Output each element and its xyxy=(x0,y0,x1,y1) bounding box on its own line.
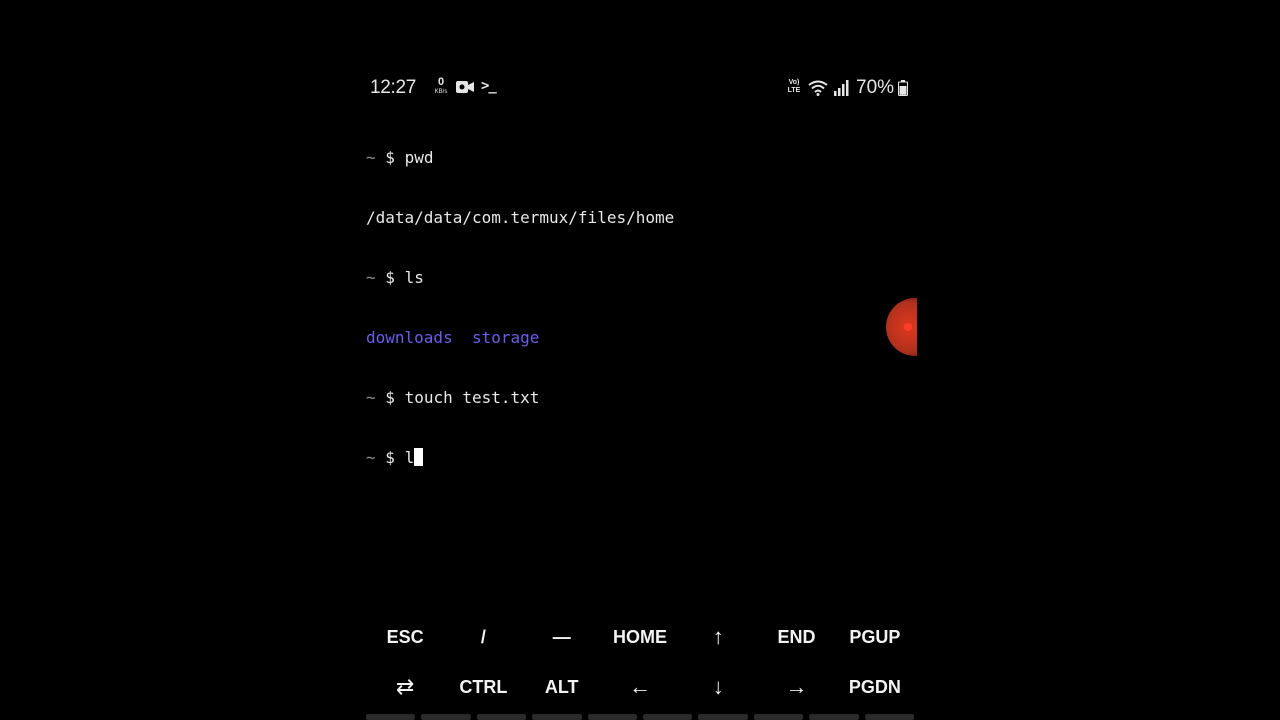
extra-keys-row-2: ⇄ CTRL ALT ← ↓ → PGDN xyxy=(366,662,914,712)
record-bubble-icon xyxy=(886,298,917,356)
prompt-tilde: ~ xyxy=(366,388,376,407)
battery-icon xyxy=(898,80,908,96)
key-ctrl[interactable]: CTRL xyxy=(444,662,522,712)
text-cursor xyxy=(414,448,424,466)
keyboard-top-edge xyxy=(366,714,915,720)
terminal-line: /data/data/com.termux/files/home xyxy=(366,208,914,228)
prompt-tilde: ~ xyxy=(366,268,376,287)
video-camera-icon xyxy=(456,81,474,93)
volte-bottom-label: LTE xyxy=(787,87,801,94)
volte-top-label: Vo) xyxy=(788,79,800,86)
prompt-tilde: ~ xyxy=(366,448,376,467)
key-arrow-right[interactable]: → xyxy=(757,662,835,712)
terminal-input-line[interactable]: ~ $ l xyxy=(366,448,914,468)
keyboard-key-edge xyxy=(421,714,471,720)
command-text: touch test.txt xyxy=(404,388,540,407)
key-arrow-down[interactable]: ↓ xyxy=(679,662,757,712)
keyboard-key-edge xyxy=(864,714,915,720)
network-speed-unit: KB/s xyxy=(434,89,448,95)
prompt-dollar: $ xyxy=(385,448,395,467)
terminal-icon: >_ xyxy=(481,78,497,94)
terminal-output[interactable]: ~ $ pwd /data/data/com.termux/files/home… xyxy=(366,108,914,508)
prompt-tilde: ~ xyxy=(366,148,376,167)
keyboard-key-edge xyxy=(753,714,804,720)
prompt-dollar: $ xyxy=(385,388,395,407)
key-end[interactable]: END xyxy=(757,612,835,662)
clock: 12:27 xyxy=(370,77,417,98)
key-dash[interactable]: — xyxy=(523,612,601,662)
status-bar: 12:27 0 KB/s >_ Vo) LTE 70% xyxy=(366,74,914,102)
keyboard-key-edge xyxy=(809,714,859,720)
key-home[interactable]: HOME xyxy=(601,612,679,662)
key-pgup[interactable]: PGUP xyxy=(836,612,914,662)
command-text: ls xyxy=(404,268,424,287)
keyboard-key-edge xyxy=(532,714,582,720)
terminal-line: ~ $ touch test.txt xyxy=(366,388,914,408)
keyboard-key-edge xyxy=(643,714,693,720)
phone-screen: 12:27 0 KB/s >_ Vo) LTE 70% ~ $ pwd /dat… xyxy=(0,0,1280,720)
terminal-line: downloads storage xyxy=(366,328,914,348)
key-pgdn[interactable]: PGDN xyxy=(836,662,914,712)
prompt-dollar: $ xyxy=(385,148,395,167)
keyboard-key-edge xyxy=(476,714,527,720)
directory-name: storage xyxy=(471,328,540,347)
output-text: /data/data/com.termux/files/home xyxy=(366,208,675,227)
directory-name: downloads xyxy=(366,328,453,347)
terminal-line: ~ $ ls xyxy=(366,268,914,288)
key-esc[interactable]: ESC xyxy=(366,612,444,662)
key-slash[interactable]: / xyxy=(444,612,522,662)
terminal-line: ~ $ pwd xyxy=(366,148,914,168)
current-input[interactable]: l xyxy=(405,448,415,467)
network-speed-value: 0 xyxy=(437,76,445,88)
keyboard-key-edge xyxy=(587,714,638,720)
extra-keys-row-1: ESC / — HOME ↑ END PGUP xyxy=(366,612,914,662)
prompt-dollar: $ xyxy=(385,268,395,287)
volte-icon: Vo) LTE xyxy=(784,79,804,95)
screen-record-button[interactable] xyxy=(886,298,917,356)
key-arrow-up[interactable]: ↑ xyxy=(679,612,757,662)
signal-icon xyxy=(834,80,849,96)
command-text: pwd xyxy=(404,148,434,167)
network-speed: 0 KB/s xyxy=(432,76,450,96)
key-arrow-left[interactable]: ← xyxy=(601,662,679,712)
key-tab[interactable]: ⇄ xyxy=(366,662,444,712)
record-dot-icon xyxy=(904,323,912,331)
keyboard-key-edge xyxy=(366,714,416,720)
key-alt[interactable]: ALT xyxy=(523,662,601,712)
extra-keys-bar: ESC / — HOME ↑ END PGUP ⇄ CTRL ALT ← ↓ →… xyxy=(366,612,914,712)
keyboard-key-edge xyxy=(698,714,748,720)
battery-percent: 70% xyxy=(856,77,895,98)
wifi-icon xyxy=(808,80,828,96)
